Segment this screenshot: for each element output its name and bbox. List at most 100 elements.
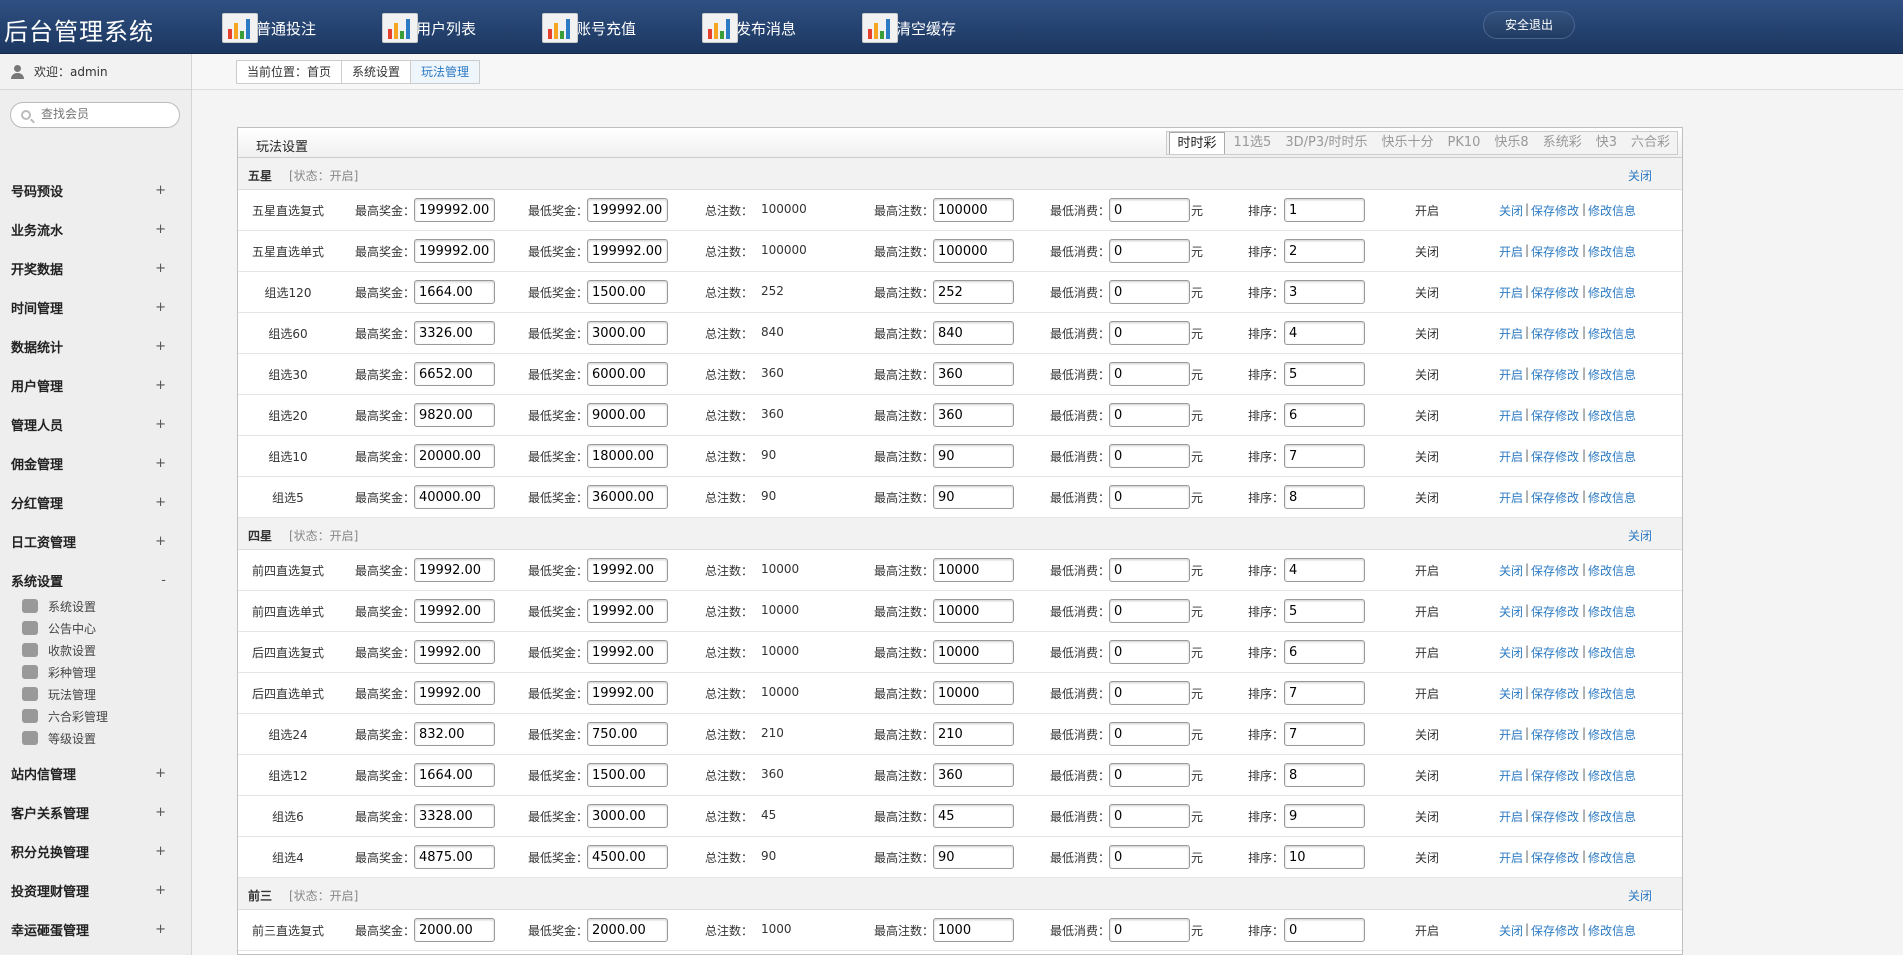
sidebar-subitem-2[interactable]: 收款设置 (22, 639, 96, 661)
max-bets-input[interactable] (933, 599, 1014, 623)
max-prize-input[interactable] (414, 763, 495, 787)
min-prize-input[interactable] (587, 722, 668, 746)
max-bets-input[interactable] (933, 722, 1014, 746)
toggle-link[interactable]: 开启 (1499, 284, 1523, 301)
sidebar-subitem-6[interactable]: 等级设置 (22, 727, 96, 749)
max-prize-input[interactable] (414, 403, 495, 427)
edit-link[interactable]: 修改信息 (1588, 603, 1636, 620)
max-prize-input[interactable] (414, 239, 495, 263)
sidebar-menu-15[interactable]: 幸运砸蛋管理 + (0, 911, 191, 947)
max-bets-input[interactable] (933, 198, 1014, 222)
min-prize-input[interactable] (587, 280, 668, 304)
order-input[interactable] (1284, 845, 1365, 869)
sidebar-menu-14[interactable]: 投资理财管理 + (0, 872, 191, 908)
order-input[interactable] (1284, 444, 1365, 468)
edit-link[interactable]: 修改信息 (1588, 407, 1636, 424)
save-link[interactable]: 保存修改 (1531, 407, 1579, 424)
order-input[interactable] (1284, 403, 1365, 427)
max-prize-input[interactable] (414, 804, 495, 828)
save-link[interactable]: 保存修改 (1531, 202, 1579, 219)
max-prize-input[interactable] (414, 558, 495, 582)
min-cost-input[interactable] (1109, 280, 1190, 304)
tab-7[interactable]: 快3 (1589, 132, 1624, 154)
edit-link[interactable]: 修改信息 (1588, 284, 1636, 301)
order-input[interactable] (1284, 804, 1365, 828)
min-cost-input[interactable] (1109, 362, 1190, 386)
min-cost-input[interactable] (1109, 804, 1190, 828)
max-bets-input[interactable] (933, 403, 1014, 427)
min-cost-input[interactable] (1109, 763, 1190, 787)
min-prize-input[interactable] (587, 239, 668, 263)
toggle-link[interactable]: 开启 (1499, 767, 1523, 784)
edit-link[interactable]: 修改信息 (1588, 366, 1636, 383)
order-input[interactable] (1284, 198, 1365, 222)
sidebar-menu-13[interactable]: 积分兑换管理 + (0, 833, 191, 869)
save-link[interactable]: 保存修改 (1531, 726, 1579, 743)
member-search-input[interactable] (41, 107, 171, 121)
min-prize-input[interactable] (587, 558, 668, 582)
toggle-link[interactable]: 开启 (1499, 407, 1523, 424)
sidebar-subitem-1[interactable]: 公告中心 (22, 617, 96, 639)
topnav-item-4[interactable]: 清空缓存 (862, 12, 956, 44)
max-bets-input[interactable] (933, 239, 1014, 263)
tab-1[interactable]: 11选5 (1227, 132, 1279, 154)
order-input[interactable] (1284, 763, 1365, 787)
max-bets-input[interactable] (933, 321, 1014, 345)
order-input[interactable] (1284, 640, 1365, 664)
max-prize-input[interactable] (414, 599, 495, 623)
sidebar-subitem-0[interactable]: 系统设置 (22, 595, 96, 617)
min-prize-input[interactable] (587, 321, 668, 345)
min-cost-input[interactable] (1109, 845, 1190, 869)
min-prize-input[interactable] (587, 845, 668, 869)
edit-link[interactable]: 修改信息 (1588, 849, 1636, 866)
order-input[interactable] (1284, 681, 1365, 705)
sidebar-menu-11[interactable]: 站内信管理 + (0, 755, 191, 791)
min-cost-input[interactable] (1109, 558, 1190, 582)
max-bets-input[interactable] (933, 763, 1014, 787)
sidebar-menu-10[interactable]: 系统设置 - (0, 562, 191, 598)
topnav-item-0[interactable]: 普通投注 (222, 12, 316, 44)
order-input[interactable] (1284, 280, 1365, 304)
sidebar-subitem-5[interactable]: 六合彩管理 (22, 705, 108, 727)
save-link[interactable]: 保存修改 (1531, 489, 1579, 506)
save-link[interactable]: 保存修改 (1531, 767, 1579, 784)
edit-link[interactable]: 修改信息 (1588, 243, 1636, 260)
edit-link[interactable]: 修改信息 (1588, 644, 1636, 661)
sidebar-menu-3[interactable]: 时间管理 + (0, 289, 191, 325)
edit-link[interactable]: 修改信息 (1588, 922, 1636, 939)
toggle-link[interactable]: 关闭 (1499, 202, 1523, 219)
sidebar-menu-5[interactable]: 用户管理 + (0, 367, 191, 403)
order-input[interactable] (1284, 558, 1365, 582)
min-cost-input[interactable] (1109, 239, 1190, 263)
tab-2[interactable]: 3D/P3/时时乐 (1278, 132, 1374, 154)
max-prize-input[interactable] (414, 198, 495, 222)
min-prize-input[interactable] (587, 763, 668, 787)
edit-link[interactable]: 修改信息 (1588, 562, 1636, 579)
order-input[interactable] (1284, 321, 1365, 345)
edit-link[interactable]: 修改信息 (1588, 325, 1636, 342)
max-bets-input[interactable] (933, 681, 1014, 705)
toggle-link[interactable]: 开启 (1499, 808, 1523, 825)
max-prize-input[interactable] (414, 321, 495, 345)
order-input[interactable] (1284, 599, 1365, 623)
sidebar-menu-4[interactable]: 数据统计 + (0, 328, 191, 364)
min-cost-input[interactable] (1109, 722, 1190, 746)
sidebar-menu-1[interactable]: 业务流水 + (0, 211, 191, 247)
min-cost-input[interactable] (1109, 918, 1190, 942)
order-input[interactable] (1284, 239, 1365, 263)
order-input[interactable] (1284, 918, 1365, 942)
logout-button[interactable]: 安全退出 (1483, 11, 1575, 39)
save-link[interactable]: 保存修改 (1531, 849, 1579, 866)
min-prize-input[interactable] (587, 681, 668, 705)
save-link[interactable]: 保存修改 (1531, 644, 1579, 661)
save-link[interactable]: 保存修改 (1531, 603, 1579, 620)
save-link[interactable]: 保存修改 (1531, 448, 1579, 465)
max-prize-input[interactable] (414, 722, 495, 746)
sidebar-menu-6[interactable]: 管理人员 + (0, 406, 191, 442)
max-prize-input[interactable] (414, 640, 495, 664)
edit-link[interactable]: 修改信息 (1588, 767, 1636, 784)
edit-link[interactable]: 修改信息 (1588, 685, 1636, 702)
toggle-link[interactable]: 关闭 (1499, 562, 1523, 579)
max-prize-input[interactable] (414, 362, 495, 386)
max-bets-input[interactable] (933, 804, 1014, 828)
